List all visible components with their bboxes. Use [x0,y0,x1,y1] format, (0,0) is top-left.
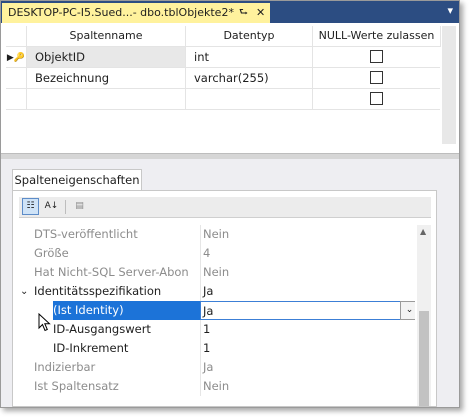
tab-column-properties[interactable]: Spalteneigenschaften [12,169,142,191]
property-name: Indizierbar [34,360,96,374]
property-name: Ist Spaltensatz [34,379,119,393]
row-selector[interactable] [6,89,27,110]
property-value: Ja [200,358,415,377]
property-value: Nein [200,225,415,244]
row-selector[interactable] [6,68,27,89]
property-name: ID-Inkrement [53,341,129,355]
collapse-chevron-icon[interactable]: ⌄ [20,282,28,301]
property-category-row[interactable]: ⌄ Identitätsspezifikation Ja [19,282,415,301]
data-type-cell[interactable]: int [186,47,313,68]
property-grid-scrollbar[interactable]: ▲ [417,225,431,406]
dropdown-selected-value: Ja [203,304,214,318]
property-name: Größe [34,246,69,260]
column-properties-panel: Spalteneigenschaften ☷ A↓ ▤ DTS-veröffen… [1,159,459,407]
close-tab-icon[interactable]: ✕ [256,3,265,23]
allow-null-checkbox[interactable] [370,92,383,105]
property-value: Ja [200,282,415,301]
property-row[interactable]: Ist Spaltensatz Nein [19,377,415,396]
property-name: Identitätsspezifikation [34,284,162,298]
column-design-grid: Spaltenname Datentyp NULL-Werte zulassen… [1,23,459,153]
property-row[interactable]: Indizierbar Ja [19,358,415,377]
column-name-cell[interactable]: Bezeichnung [27,68,186,89]
allow-null-cell [313,68,440,89]
property-value: 1 [200,339,415,358]
dropdown-chevron-icon[interactable]: ⌄ [400,301,415,320]
vertical-scrollbar[interactable] [442,26,456,144]
property-name: Hat Nicht-SQL Server-Abon [34,265,189,279]
allow-null-checkbox[interactable] [370,71,383,84]
table-row[interactable]: Bezeichnung varchar(255) [6,68,440,89]
column-header-type: Datentyp [186,26,313,47]
allow-null-cell [313,89,440,110]
property-value: Nein [200,263,415,282]
property-name: (Ist Identity) [53,301,200,320]
tab-menu-dropdown-icon[interactable]: ▾ [447,5,453,17]
column-name-cell[interactable]: ObjektID [27,47,186,68]
document-tab[interactable]: DESKTOP-PC-I5.Sued...- dbo.tblObjekte2* … [2,3,270,23]
toolbar-separator [65,200,66,214]
property-toolbar: ☷ A↓ ▤ [19,197,431,218]
scrollbar-thumb[interactable] [419,311,429,406]
property-row[interactable]: Hat Nicht-SQL Server-Abon Nein [19,263,415,282]
column-header-name: Spaltenname [27,26,186,47]
allow-null-checkbox[interactable] [370,50,383,63]
property-row[interactable]: Größe 4 [19,244,415,263]
property-row[interactable]: ID-Ausgangswert 1 [19,320,415,339]
alphabetical-sort-icon[interactable]: A↓ [43,198,60,215]
document-tab-strip: DESKTOP-PC-I5.Sued...- dbo.tblObjekte2* … [1,1,459,23]
scroll-up-arrow-icon[interactable]: ▲ [420,227,426,236]
property-name: DTS-veröffentlicht [34,227,138,241]
table-designer-window: DESKTOP-PC-I5.Sued...- dbo.tblObjekte2* … [0,0,460,408]
primary-key-icon[interactable]: ▶🔑 [6,47,27,68]
column-name-cell[interactable] [27,89,186,110]
table-row[interactable]: ▶🔑 ObjektID int [6,47,440,68]
property-pages-icon[interactable]: ▤ [71,198,88,215]
property-row[interactable]: DTS-veröffentlicht Nein [19,225,415,244]
property-value: Nein [200,377,415,396]
property-value: 1 [200,320,415,339]
mouse-cursor-icon [38,313,51,332]
property-grid: DTS-veröffentlicht Nein Größe 4 Hat Nich… [19,225,415,406]
property-name: ID-Ausgangswert [53,322,151,336]
row-selector-header [6,26,27,47]
allow-null-cell [313,47,440,68]
document-tab-title: DESKTOP-PC-I5.Sued...- dbo.tblObjekte2* [8,6,234,19]
data-type-cell[interactable] [186,89,313,110]
categorized-icon[interactable]: ☷ [22,198,39,215]
property-row[interactable]: ID-Inkrement 1 [19,339,415,358]
pin-icon[interactable]: ⮑ [239,3,248,23]
column-header-null: NULL-Werte zulassen [313,26,441,47]
property-value: 4 [200,244,415,263]
property-grid-container: ☷ A↓ ▤ DTS-veröffentlicht Nein Größe 4 H… [12,190,437,407]
data-type-cell[interactable]: varchar(255) [186,68,313,89]
property-row-selected[interactable]: (Ist Identity) Ja ⌄ [19,301,415,320]
table-row[interactable] [6,89,440,110]
property-value-dropdown[interactable]: Ja ⌄ [200,301,415,320]
